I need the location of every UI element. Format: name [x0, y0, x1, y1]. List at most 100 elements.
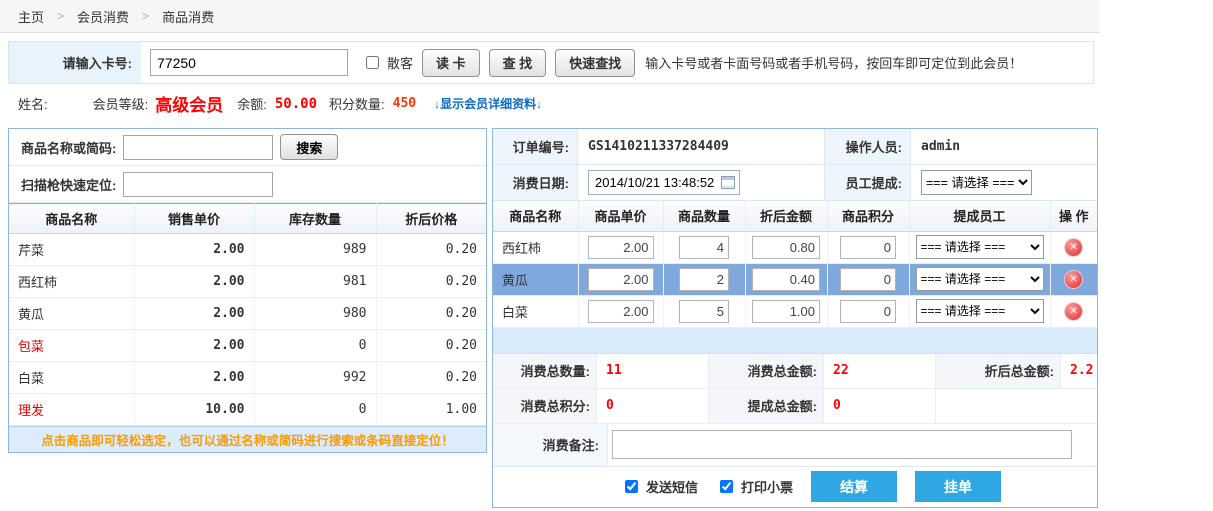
- product-panel-hint: 点击商品即可轻松选定，也可以通过名称或简码进行搜索或条码直接定位！: [9, 426, 486, 452]
- product-stock: 980: [254, 298, 376, 330]
- item-discount-input[interactable]: [752, 268, 820, 291]
- item-points-input[interactable]: [840, 300, 896, 323]
- col-item-action: 操 作: [1050, 201, 1097, 231]
- hold-order-button[interactable]: 挂单: [915, 471, 1001, 502]
- product-stock: 981: [254, 266, 376, 298]
- card-search-panel: 请输入卡号: 散客 读 卡 查 找 快速查找 输入卡号或者卡面号码或者手机号码，…: [8, 41, 1094, 84]
- consume-date-label: 消费日期:: [493, 165, 578, 200]
- col-discount-price: 折后价格: [376, 204, 486, 234]
- total-points-value: 0: [597, 389, 709, 423]
- total-amount-value: 22: [824, 354, 936, 388]
- member-level-value: 高级会员: [155, 91, 223, 116]
- guest-checkbox[interactable]: [366, 56, 379, 69]
- card-number-input[interactable]: [150, 49, 348, 76]
- item-points-input[interactable]: [840, 268, 896, 291]
- cart-row[interactable]: 西红柿 === 请选择 === ✕: [493, 231, 1097, 263]
- breadcrumb: 主页 > 会员消费 > 商品消费: [0, 0, 1100, 33]
- cart-table-header: 商品名称 商品单价 商品数量 折后金额 商品积分 提成员工 操 作: [493, 201, 1097, 231]
- breadcrumb-product-consume[interactable]: 商品消费: [162, 7, 214, 26]
- product-name: 黄瓜: [9, 298, 134, 330]
- product-discount-price: 0.20: [376, 298, 486, 330]
- cart-empty-band: [493, 328, 1097, 354]
- product-name: 西红柿: [9, 266, 134, 298]
- breadcrumb-separator-icon: >: [57, 9, 64, 23]
- product-discount-price: 0.20: [376, 362, 486, 394]
- print-checkbox[interactable]: [720, 480, 733, 493]
- item-qty-input[interactable]: [679, 236, 729, 259]
- item-staff-select[interactable]: === 请选择 ===: [916, 235, 1044, 259]
- totals-empty-cell: [936, 389, 1097, 423]
- col-item-name: 商品名称: [493, 201, 578, 231]
- product-stock: 0: [254, 330, 376, 362]
- col-stock-qty: 库存数量: [254, 204, 376, 234]
- guest-label: 散客: [387, 53, 413, 72]
- total-qty-value: 11: [597, 354, 709, 388]
- item-price-input[interactable]: [588, 300, 654, 323]
- cart-item-name: 西红柿: [493, 231, 578, 263]
- member-balance-label: 余额:: [237, 94, 267, 113]
- total-commission-label: 提成总金额:: [709, 389, 824, 423]
- operator-label: 操作人员:: [824, 129, 911, 164]
- product-row[interactable]: 理发10.0001.00: [9, 394, 486, 426]
- operator-value: admin: [911, 129, 1097, 164]
- member-points-label: 积分数量:: [329, 94, 385, 113]
- cart-table: 商品名称 商品单价 商品数量 折后金额 商品积分 提成员工 操 作 西红柿 ===…: [493, 201, 1097, 328]
- cart-row[interactable]: 白菜=== 请选择 === ✕: [493, 295, 1097, 327]
- scanner-locate-input[interactable]: [123, 172, 273, 197]
- item-discount-input[interactable]: [752, 236, 820, 259]
- item-points-input[interactable]: [840, 236, 896, 259]
- calendar-icon[interactable]: [721, 176, 735, 189]
- product-row[interactable]: 包菜2.0000.20: [9, 330, 486, 362]
- item-qty-input[interactable]: [679, 300, 729, 323]
- total-discount-label: 折后总金额:: [936, 354, 1061, 388]
- consume-date-input[interactable]: [588, 170, 740, 195]
- product-row[interactable]: 白菜2.009920.20: [9, 362, 486, 394]
- staff-commission-select[interactable]: === 请选择 ===: [921, 170, 1032, 195]
- order-panel: 订单编号: GS1410211337284409 操作人员: admin 消费日…: [492, 128, 1098, 508]
- breadcrumb-home[interactable]: 主页: [18, 7, 44, 26]
- product-discount-price: 0.20: [376, 266, 486, 298]
- product-row[interactable]: 黄瓜2.009800.20: [9, 298, 486, 330]
- item-staff-select[interactable]: === 请选择 ===: [916, 299, 1044, 323]
- remark-input[interactable]: [612, 430, 1072, 459]
- product-row[interactable]: 芹菜2.009890.20: [9, 234, 486, 266]
- delete-item-icon[interactable]: ✕: [1065, 271, 1082, 288]
- cart-table-body: 西红柿=== 请选择 === ✕黄瓜=== 请选择 === ✕白菜=== 请选择…: [493, 231, 1097, 327]
- member-points-value: 450: [393, 96, 416, 111]
- show-member-detail-link[interactable]: ↓显示会员详细资料↓: [434, 95, 542, 112]
- col-item-qty: 商品数量: [663, 201, 745, 231]
- settle-button[interactable]: 结算: [811, 471, 897, 502]
- product-name: 白菜: [9, 362, 134, 394]
- item-qty-input[interactable]: [679, 268, 729, 291]
- breadcrumb-member-consume[interactable]: 会员消费: [77, 7, 129, 26]
- product-price: 10.00: [134, 394, 254, 426]
- product-discount-price: 0.20: [376, 330, 486, 362]
- scanner-locate-label: 扫描枪快速定位:: [21, 175, 116, 194]
- total-commission-value: 0: [824, 389, 936, 423]
- product-table-header: 商品名称 销售单价 库存数量 折后价格: [9, 204, 486, 234]
- product-search-input[interactable]: [123, 135, 273, 160]
- item-staff-select[interactable]: === 请选择 ===: [916, 267, 1044, 291]
- col-product-name: 商品名称: [9, 204, 134, 234]
- breadcrumb-separator-icon: >: [142, 9, 149, 23]
- product-stock: 989: [254, 234, 376, 266]
- product-discount-price: 1.00: [376, 394, 486, 426]
- quick-find-button[interactable]: 快速查找: [555, 49, 635, 77]
- read-card-button[interactable]: 读 卡: [422, 49, 480, 77]
- product-row[interactable]: 西红柿2.009810.20: [9, 266, 486, 298]
- cart-row[interactable]: 黄瓜=== 请选择 === ✕: [493, 263, 1097, 295]
- col-item-points: 商品积分: [827, 201, 909, 231]
- sms-checkbox[interactable]: [625, 480, 638, 493]
- product-search-button[interactable]: 搜索: [280, 134, 338, 160]
- product-price: 2.00: [134, 330, 254, 362]
- delete-item-icon[interactable]: ✕: [1065, 239, 1082, 256]
- product-price: 2.00: [134, 266, 254, 298]
- delete-item-icon[interactable]: ✕: [1065, 303, 1082, 320]
- item-discount-input[interactable]: [752, 300, 820, 323]
- member-level-label: 会员等级:: [93, 94, 149, 113]
- member-name-label: 姓名:: [18, 94, 48, 113]
- item-price-input[interactable]: [588, 268, 654, 291]
- staff-commission-label: 员工提成:: [824, 165, 911, 200]
- item-price-input[interactable]: [588, 236, 654, 259]
- find-button[interactable]: 查 找: [489, 49, 547, 77]
